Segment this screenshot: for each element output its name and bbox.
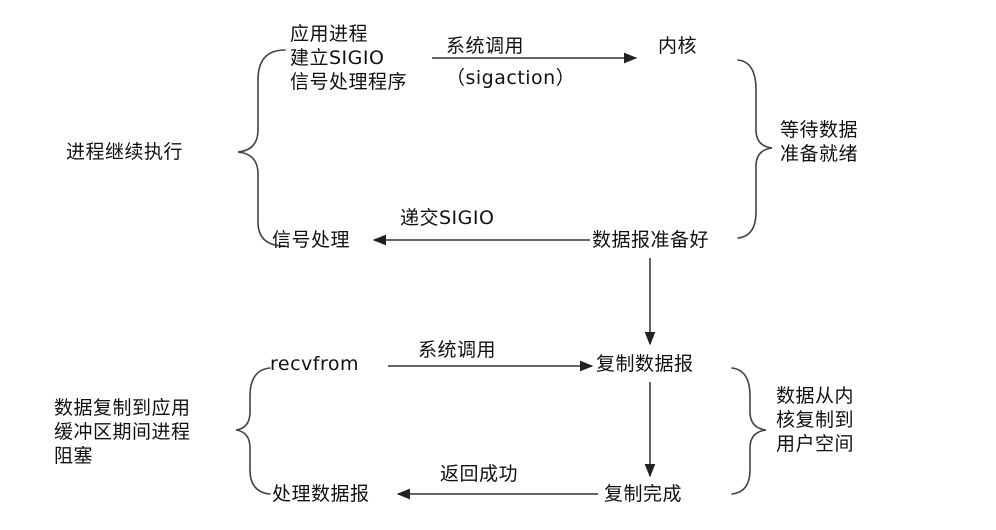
sigaction-label: （sigaction） bbox=[446, 67, 576, 89]
continue-exec-label: 进程继续执行 bbox=[66, 141, 184, 163]
copy-complete-label: 复制完成 bbox=[604, 483, 683, 505]
return-success-label: 返回成功 bbox=[440, 463, 519, 485]
process-datagram-label: 处理数据报 bbox=[272, 483, 370, 505]
app-process-label: 应用进程 建立SIGIO 信号处理程序 bbox=[290, 23, 408, 93]
left-brace-top bbox=[237, 49, 286, 247]
copy-desc-label: 数据从内 核复制到 用户空间 bbox=[776, 385, 855, 455]
datagram-ready-label: 数据报准备好 bbox=[592, 229, 710, 251]
bottom-syscall-label: 系统调用 bbox=[418, 339, 497, 361]
right-brace-bottom bbox=[731, 367, 767, 495]
signal-handle-label: 信号处理 bbox=[272, 229, 351, 251]
deliver-sigio-label: 递交SIGIO bbox=[400, 207, 495, 229]
copy-datagram-label: 复制数据报 bbox=[596, 353, 694, 375]
top-syscall-label: 系统调用 bbox=[446, 35, 525, 57]
wait-data-label: 等待数据 准备就绪 bbox=[780, 119, 859, 165]
kernel-label: 内核 bbox=[658, 35, 698, 57]
right-brace-top bbox=[737, 59, 773, 239]
recvfrom-label: recvfrom bbox=[270, 353, 359, 375]
left-brace-bottom bbox=[235, 367, 271, 495]
blocked-desc-label: 数据复制到应用 缓冲区期间进程 阻塞 bbox=[54, 397, 191, 467]
